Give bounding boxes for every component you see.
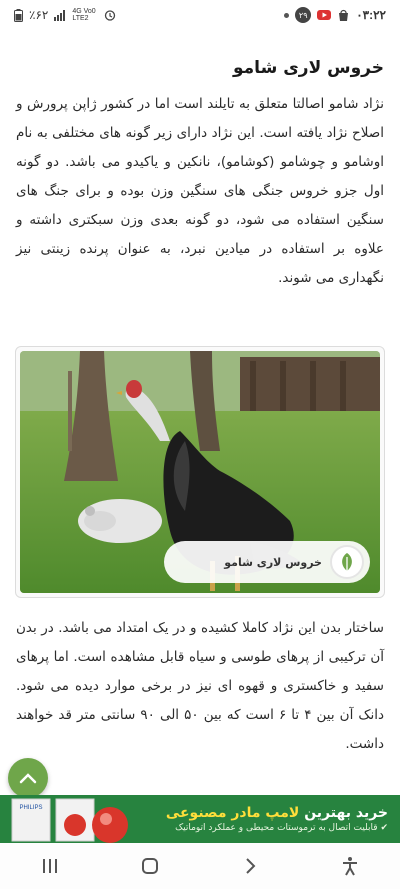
image-caption-badge: خروس لاری شامو [164,541,370,583]
home-button[interactable] [130,846,170,886]
signal-icon [54,9,66,21]
ad-subtitle-text: قابلیت اتصال به ترموستات محیطی و عملکرد … [175,823,378,833]
leaf-logo-icon [330,545,364,579]
system-nav-bar [0,843,400,889]
status-left: ٪۶۲ 4G Vo0 LTE2 [14,8,116,22]
back-button[interactable] [230,846,270,886]
ad-brand-text: PHILIPS [19,805,42,811]
status-bar: ٪۶۲ 4G Vo0 LTE2 ۲۹ ۰۳:۲۲ [0,0,400,30]
chevron-up-icon [19,773,37,784]
recent-apps-icon [43,859,57,873]
accessibility-icon [343,857,357,876]
ad-title-highlight: لامپ مادر مصنوعی [165,805,300,821]
scroll-top-button[interactable] [8,758,48,798]
accessibility-button[interactable] [330,846,370,886]
notification-count-badge: ۲۹ [295,7,312,23]
recent-apps-button[interactable] [30,846,70,886]
network-type: 4G Vo0 LTE2 [72,8,96,22]
ad-product-image: PHILIPS [0,795,140,843]
article-section: خروس لاری شامو نژاد شامو اصالتا متعلق به… [16,58,384,293]
alarm-icon [105,10,116,21]
ad-title: خرید بهترین لامپ مادر مصنوعی [166,805,388,821]
status-right: ۲۹ ۰۳:۲۲ [284,7,386,23]
article-image-card[interactable]: خروس لاری شامو [15,346,385,598]
article-section-2: ساختار بدن این نژاد کاملا کشیده و در یک … [16,614,384,759]
rooster-photo: خروس لاری شامو [20,351,380,593]
section-title: خروس لاری شامو [233,58,384,78]
ad-text-block: خرید بهترین لامپ مادر مصنوعی ✔ قابلیت ات… [166,805,400,833]
battery-icon [14,8,23,22]
ad-banner[interactable]: PHILIPS خرید بهترین لامپ مادر مصنوعی ✔ ق… [0,795,400,843]
ad-subtitle: ✔ قابلیت اتصال به ترموستات محیطی و عملکر… [166,823,388,833]
clock: ۰۳:۲۲ [356,8,386,22]
notification-dot-icon [284,12,290,18]
home-icon [142,858,158,874]
ad-title-prefix: خرید بهترین [304,805,388,821]
back-chevron-icon [246,858,256,874]
image-caption-text: خروس لاری شامو [224,555,322,569]
paragraph-intro: نژاد شامو اصالتا متعلق به تایلند است اما… [16,96,384,286]
battery-level: ٪۶۲ [29,8,49,22]
check-icon: ✔ [380,823,388,833]
paragraph-body: ساختار بدن این نژاد کاملا کشیده و در یک … [16,620,385,752]
youtube-icon [317,10,332,20]
shopping-bag-icon [339,9,349,21]
